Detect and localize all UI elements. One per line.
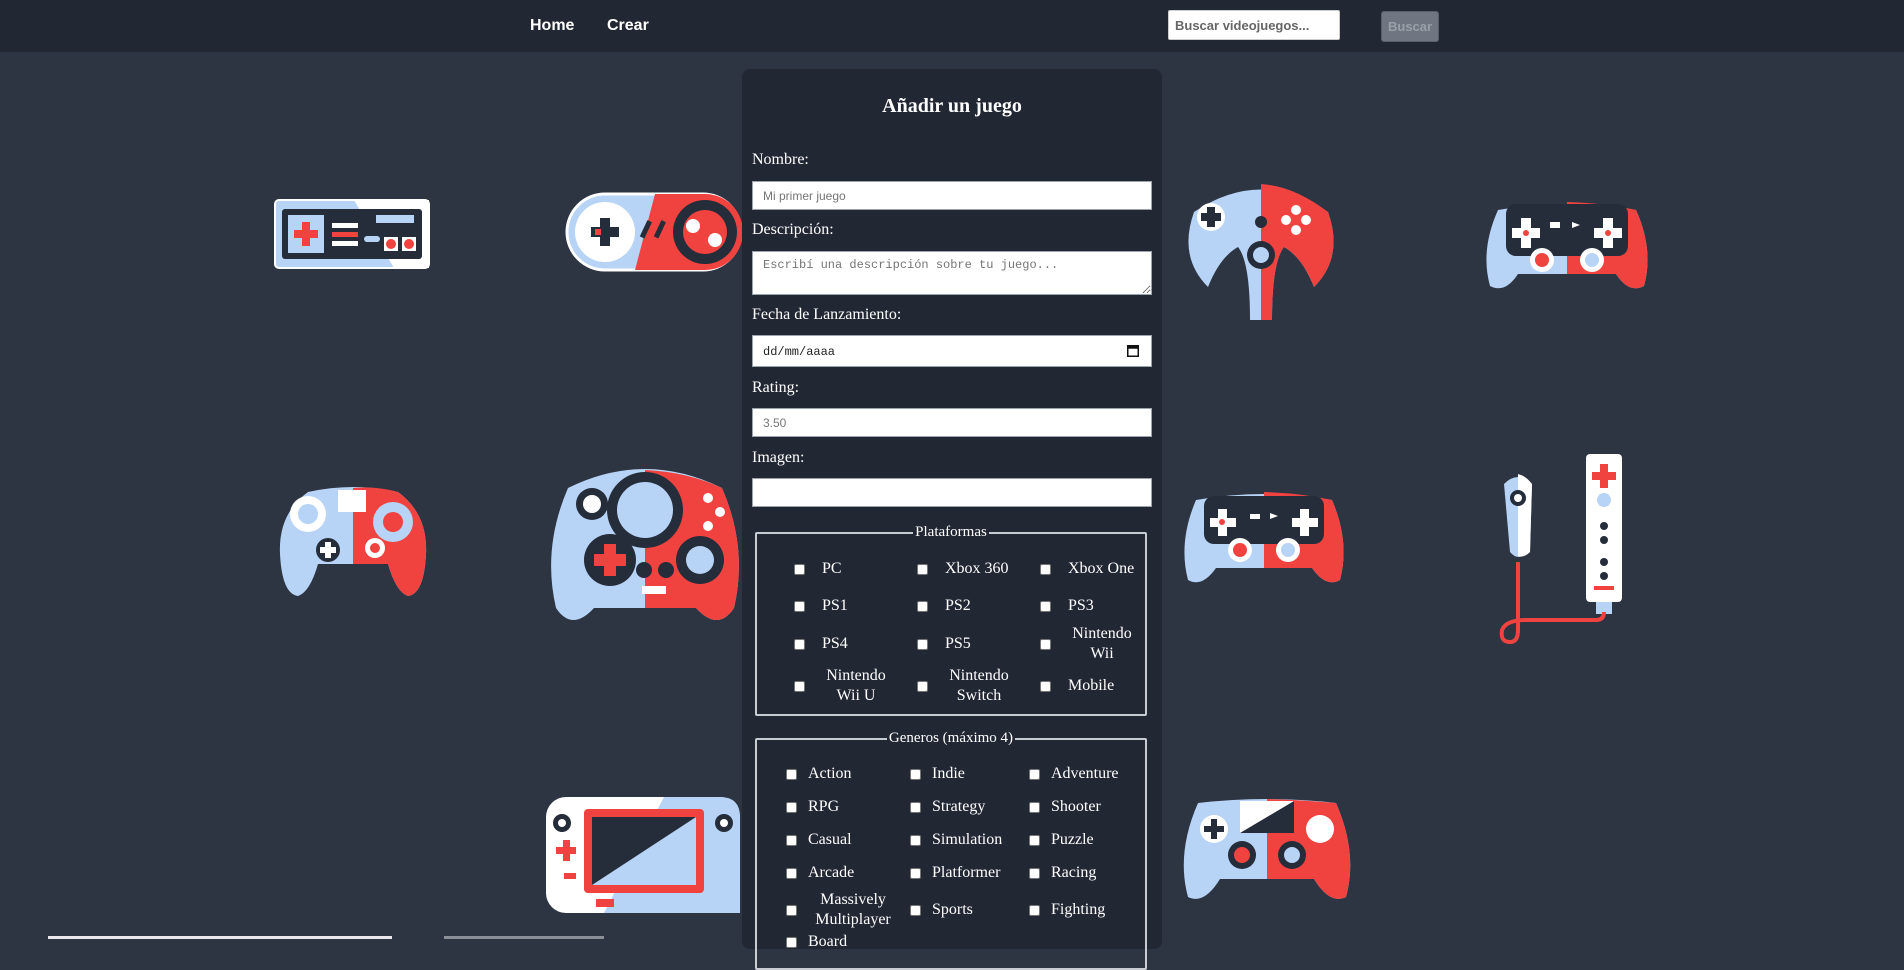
calendar-icon[interactable] [1127, 344, 1139, 357]
platform-label: Xbox 360 [945, 560, 1009, 577]
description-label: Descripción: [752, 221, 834, 238]
genre-checkbox[interactable] [910, 905, 921, 916]
platform-checkbox[interactable] [1040, 639, 1051, 650]
platform-checkbox[interactable] [917, 681, 928, 692]
platform-label: PS4 [822, 635, 848, 652]
genre-checkbox[interactable] [910, 802, 921, 813]
genre-checkbox[interactable] [786, 905, 797, 916]
platform-label: PS5 [945, 635, 971, 652]
genre-label: RPG [808, 798, 840, 815]
platform-checkbox[interactable] [794, 639, 805, 650]
genre-label: Platformer [932, 864, 1001, 881]
platforms-legend: Plataformas [915, 524, 987, 540]
genre-checkbox[interactable] [1029, 905, 1040, 916]
form-title: Añadir un juego [882, 95, 1022, 117]
release-date-input[interactable]: dd/mm/aaaa [752, 335, 1152, 367]
date-placeholder: dd/mm/aaaa [763, 345, 836, 359]
nav-home-link[interactable]: Home [530, 17, 574, 35]
genre-label: Puzzle [1051, 831, 1094, 848]
genre-label: Fighting [1051, 901, 1106, 918]
platform-label: PS1 [822, 597, 848, 614]
platforms-fieldset: Plataformas PC Xbox 360 Xbox One PS1 PS2 PS3 P… [755, 524, 1147, 716]
name-label: Nombre: [752, 151, 809, 168]
wii-remote-icon [1499, 454, 1622, 645]
xbox-controller-icon [551, 469, 739, 620]
platform-label: Nintendo Wii [1072, 625, 1132, 662]
genre-checkbox[interactable] [1029, 868, 1040, 879]
platform-checkbox[interactable] [1040, 681, 1051, 692]
genre-label: Simulation [932, 831, 1003, 848]
genre-label: Strategy [932, 798, 986, 815]
ps3-controller-icon [1184, 492, 1344, 583]
platform-label: Xbox One [1068, 560, 1135, 577]
wii-u-gamepad-icon [546, 797, 740, 913]
image-label: Imagen: [752, 449, 805, 466]
genre-label: Shooter [1051, 798, 1101, 815]
platform-checkbox[interactable] [1040, 601, 1051, 612]
release-date-label: Fecha de Lanzamiento: [752, 306, 902, 323]
genre-checkbox[interactable] [910, 868, 921, 879]
genre-label: Casual [808, 831, 852, 848]
platform-label: PS2 [945, 597, 971, 614]
genre-label: Racing [1051, 864, 1097, 881]
description-textarea[interactable] [752, 251, 1152, 295]
genre-checkbox[interactable] [786, 835, 797, 846]
genre-checkbox[interactable] [786, 868, 797, 879]
add-game-form: Añadir un juego Nombre: Descripción: Fec… [742, 69, 1162, 970]
genre-label: Indie [932, 765, 965, 782]
platform-checkbox[interactable] [794, 564, 805, 575]
nav-create-link[interactable]: Crear [607, 17, 649, 35]
genre-label: Board [808, 933, 848, 950]
platform-label: Nintendo Switch [949, 667, 1009, 704]
genre-checkbox[interactable] [910, 835, 921, 846]
genre-label: Sports [932, 901, 973, 918]
genre-checkbox[interactable] [786, 802, 797, 813]
platform-label: Mobile [1068, 677, 1115, 694]
platform-checkbox[interactable] [794, 681, 805, 692]
search-input[interactable] [1168, 10, 1340, 40]
genre-checkbox[interactable] [1029, 835, 1040, 846]
genre-checkbox[interactable] [1029, 769, 1040, 780]
genre-checkbox[interactable] [1029, 802, 1040, 813]
rating-label: Rating: [752, 379, 800, 396]
platform-label: Nintendo Wii U [826, 667, 886, 704]
platform-checkbox[interactable] [917, 639, 928, 650]
platform-label: PC [822, 560, 842, 577]
genre-checkbox[interactable] [910, 769, 921, 780]
genre-checkbox[interactable] [786, 769, 797, 780]
gamecube-controller-icon [279, 487, 427, 596]
n64-controller-icon [1188, 184, 1334, 320]
image-input[interactable] [752, 478, 1152, 507]
genre-label: Massively Multiplayer [815, 891, 891, 928]
platform-checkbox[interactable] [794, 601, 805, 612]
snes-controller-icon [565, 192, 743, 272]
platform-checkbox[interactable] [1040, 564, 1051, 575]
platform-checkbox[interactable] [917, 601, 928, 612]
genres-legend: Generos (máximo 4) [888, 730, 1014, 746]
name-input[interactable] [752, 181, 1152, 210]
navbar: Home Crear Buscar [0, 0, 1904, 52]
genre-label: Action [808, 765, 852, 782]
genres-fieldset: Generos (máximo 4) Action Indie Adventure R… [755, 730, 1147, 970]
nes-controller-icon [274, 199, 430, 269]
genre-label: Arcade [808, 864, 855, 881]
rating-input[interactable] [752, 408, 1152, 437]
platform-checkbox[interactable] [917, 564, 928, 575]
search-button[interactable]: Buscar [1381, 11, 1439, 42]
platform-label: PS3 [1068, 597, 1094, 614]
genre-label: Adventure [1051, 765, 1119, 782]
playstation-controller-icon [1486, 202, 1648, 289]
ps4-controller-icon [1183, 799, 1351, 899]
